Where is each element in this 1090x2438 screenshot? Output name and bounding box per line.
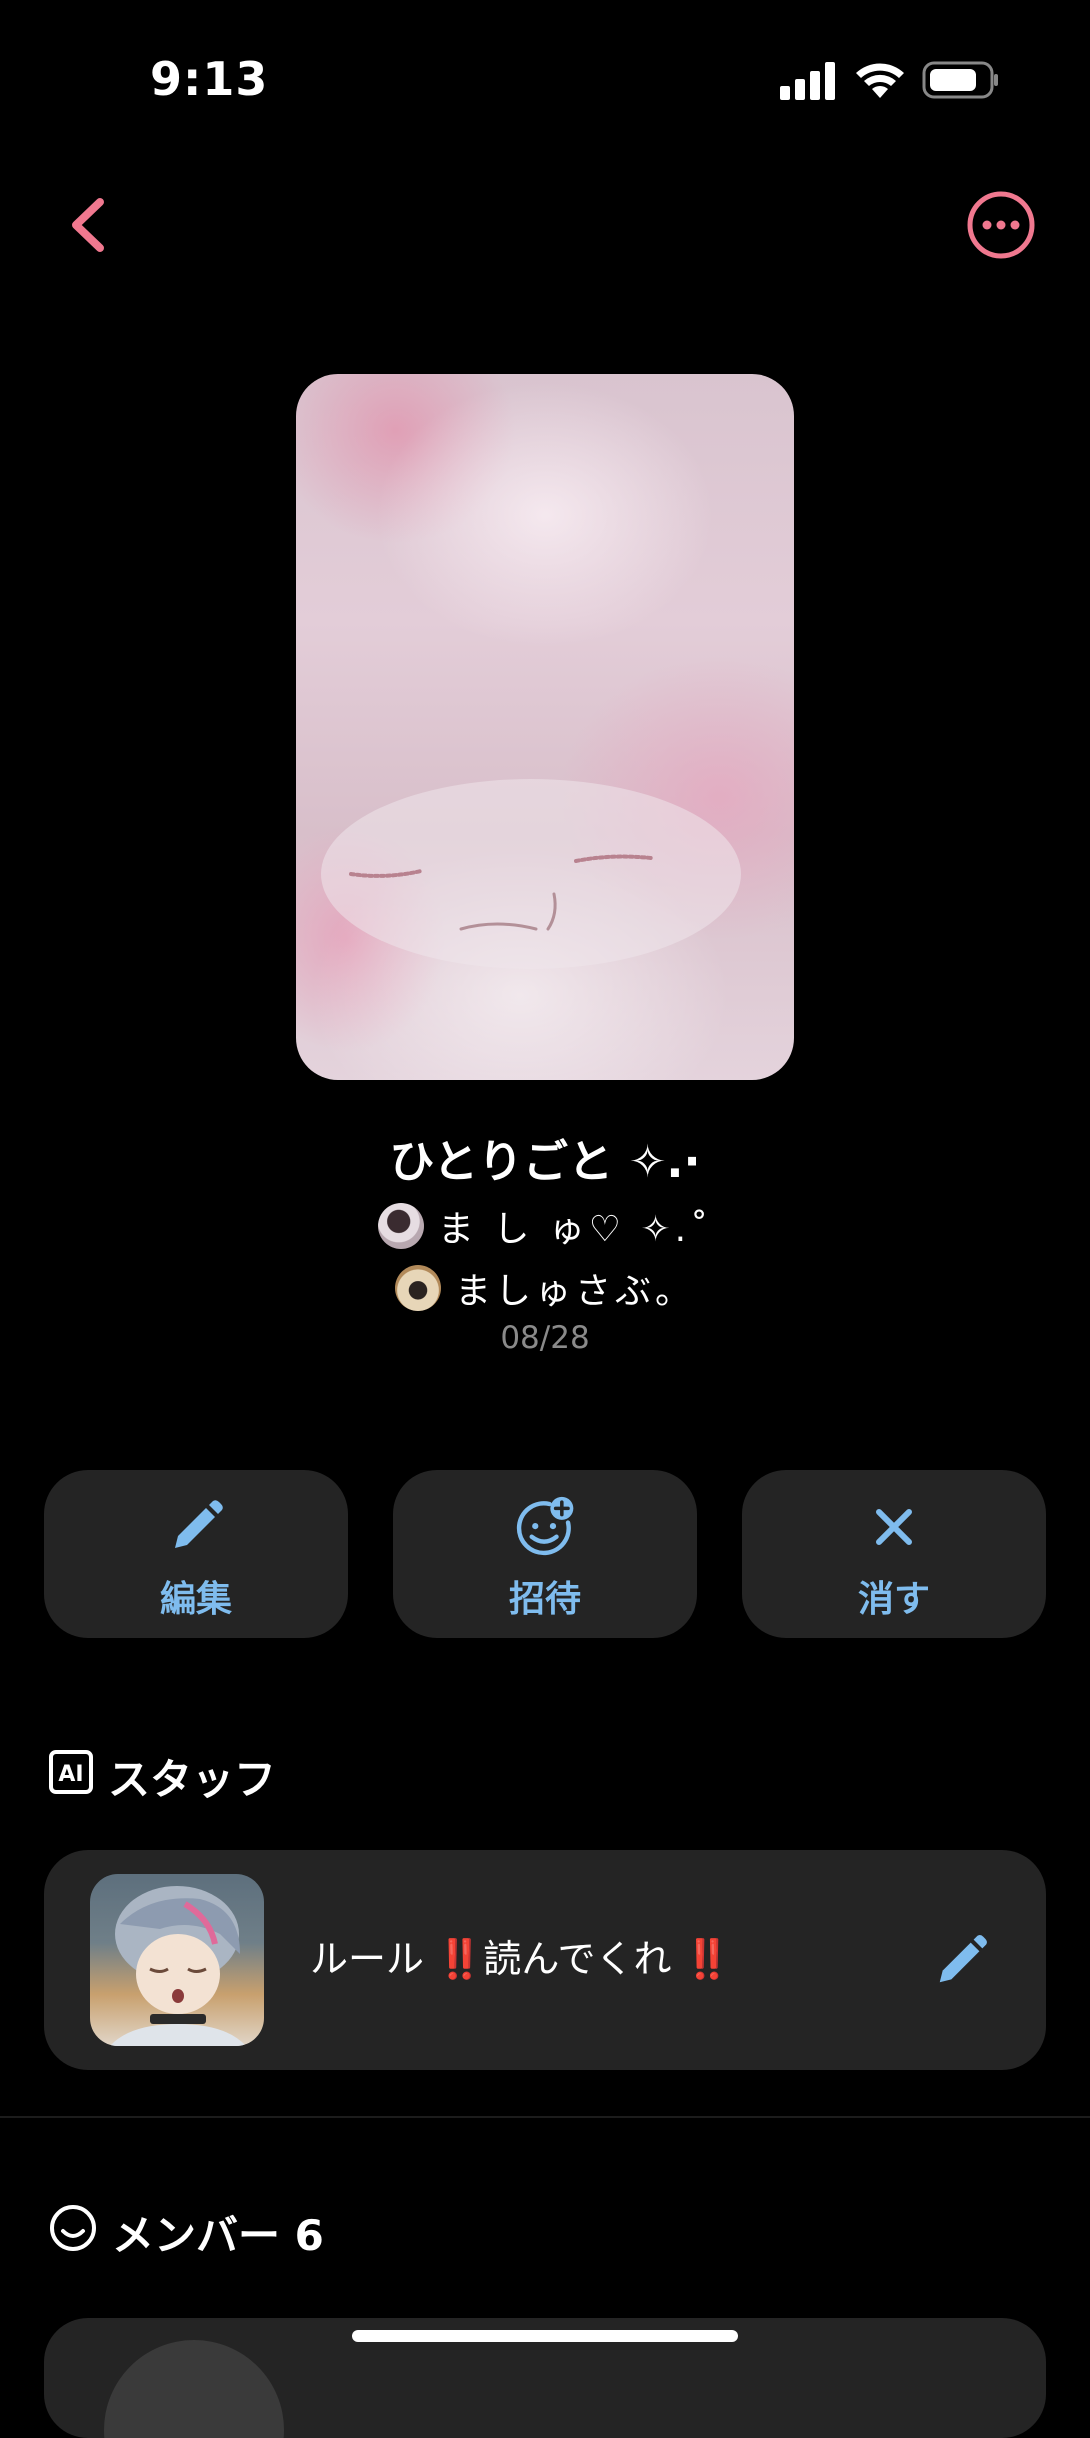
signal-icon (780, 62, 835, 100)
owner-name: ましゅさぶ。 (454, 1271, 695, 1312)
owner-name: ま し ゅ♡ ✧.˚ (437, 1209, 713, 1250)
home-indicator[interactable] (352, 2330, 738, 2342)
pencil-icon (939, 1935, 987, 1983)
members-section-header: メンバー 6 (48, 2202, 324, 2263)
status-icons (780, 58, 1000, 104)
staff-section-header: AI スタッフ (48, 1746, 276, 1807)
owner-row[interactable]: ましゅさぶ。 (0, 1262, 1090, 1314)
more-circle-icon (967, 191, 1035, 259)
room-cover-image[interactable] (296, 374, 794, 1080)
chevron-left-icon (72, 198, 104, 252)
close-icon (876, 1509, 912, 1545)
edit-label: 編集 (159, 1579, 232, 1620)
invite-button[interactable]: 招待 (393, 1470, 697, 1638)
edit-button[interactable]: 編集 (44, 1470, 348, 1638)
back-button[interactable] (60, 190, 120, 260)
owner-row[interactable]: ま し ゅ♡ ✧.˚ (0, 1200, 1090, 1252)
pencil-icon (175, 1500, 223, 1548)
room-title: ひとりごと ✧.· (389, 1135, 701, 1188)
owner-avatar (394, 1265, 441, 1311)
delete-button[interactable]: 消す (742, 1470, 1046, 1638)
ai-badge-text: AI (58, 1762, 83, 1787)
status-time: 9:13 (150, 52, 269, 106)
ai-badge-icon: AI (48, 1749, 94, 1805)
delete-label: 消す (857, 1579, 930, 1620)
owner-avatar (377, 1203, 424, 1249)
wifi-icon (856, 63, 904, 98)
more-button[interactable] (966, 190, 1036, 260)
staff-avatar (90, 1874, 264, 2046)
staff-card[interactable]: ルール ‼️読んでくれ ‼️ (44, 1850, 1046, 2070)
smile-icon (48, 2203, 98, 2263)
battery-icon (922, 61, 998, 99)
staff-header-label: スタッフ (108, 1755, 277, 1804)
staff-rule-text: ルール ‼️読んでくれ ‼️ (310, 1937, 731, 1981)
members-header-label: メンバー 6 (112, 2211, 324, 2260)
staff-edit-button[interactable] (932, 1930, 992, 1990)
add-member-icon (516, 1496, 574, 1556)
section-divider (0, 2116, 1090, 2118)
room-date: 08/28 (500, 1320, 590, 1356)
cover-illustration (321, 779, 741, 969)
invite-label: 招待 (508, 1579, 581, 1620)
member-avatar (104, 2340, 284, 2438)
